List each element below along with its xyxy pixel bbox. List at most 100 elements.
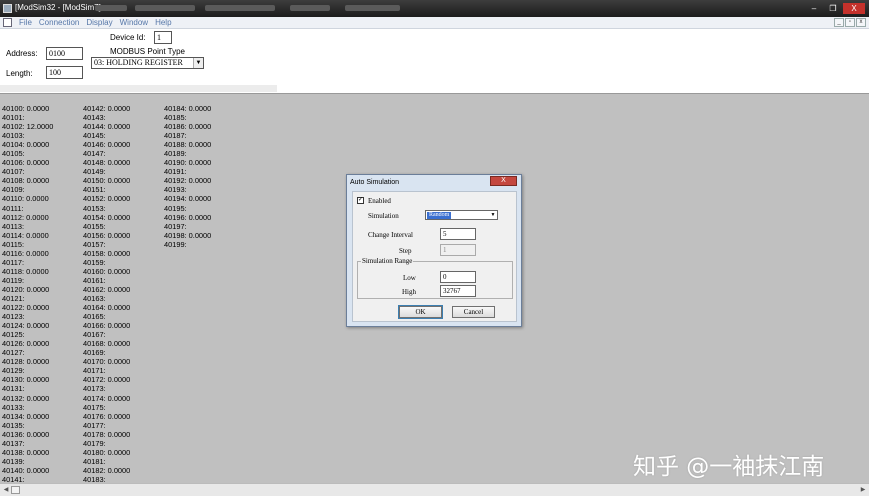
register-row[interactable]: 40134: 0.0000 xyxy=(2,412,53,421)
register-row[interactable]: 40111: xyxy=(2,204,53,213)
restore-button[interactable]: ❐ xyxy=(824,3,842,14)
register-row[interactable]: 40120: 0.0000 xyxy=(2,285,53,294)
change-interval-field[interactable]: 5 xyxy=(440,228,476,240)
register-row[interactable]: 40173: xyxy=(83,384,130,393)
register-row[interactable]: 40140: 0.0000 xyxy=(2,466,53,475)
register-row[interactable]: 40104: 0.0000 xyxy=(2,140,53,149)
register-row[interactable]: 40186: 0.0000 xyxy=(164,122,211,131)
device-id-field[interactable]: 1 xyxy=(154,31,172,44)
scroll-right-icon[interactable]: ▶ xyxy=(858,485,868,495)
child-close-button[interactable]: x xyxy=(856,18,866,27)
register-row[interactable]: 40163: xyxy=(83,294,130,303)
register-row[interactable]: 40167: xyxy=(83,330,130,339)
register-row[interactable]: 40131: xyxy=(2,384,53,393)
scroll-left-icon[interactable]: ◀ xyxy=(1,485,11,495)
register-row[interactable]: 40122: 0.0000 xyxy=(2,303,53,312)
simulation-select[interactable]: Random ▼ xyxy=(425,210,498,220)
register-row[interactable]: 40139: xyxy=(2,457,53,466)
register-row[interactable]: 40148: 0.0000 xyxy=(83,158,130,167)
register-row[interactable]: 40153: xyxy=(83,204,130,213)
register-row[interactable]: 40106: 0.0000 xyxy=(2,158,53,167)
menu-connection[interactable]: Connection xyxy=(39,18,79,27)
register-row[interactable]: 40166: 0.0000 xyxy=(83,321,130,330)
close-button[interactable]: X xyxy=(843,3,865,14)
register-row[interactable]: 40192: 0.0000 xyxy=(164,176,211,185)
register-row[interactable]: 40146: 0.0000 xyxy=(83,140,130,149)
register-row[interactable]: 40151: xyxy=(83,185,130,194)
register-row[interactable]: 40147: xyxy=(83,149,130,158)
register-row[interactable]: 40115: xyxy=(2,240,53,249)
register-row[interactable]: 40124: 0.0000 xyxy=(2,321,53,330)
register-row[interactable]: 40129: xyxy=(2,366,53,375)
register-row[interactable]: 40182: 0.0000 xyxy=(83,466,130,475)
register-row[interactable]: 40117: xyxy=(2,258,53,267)
register-row[interactable]: 40136: 0.0000 xyxy=(2,430,53,439)
register-row[interactable]: 40185: xyxy=(164,113,211,122)
register-row[interactable]: 40132: 0.0000 xyxy=(2,394,53,403)
register-row[interactable]: 40127: xyxy=(2,348,53,357)
high-field[interactable]: 32767 xyxy=(440,285,476,297)
register-row[interactable]: 40164: 0.0000 xyxy=(83,303,130,312)
register-row[interactable]: 40143: xyxy=(83,113,130,122)
register-row[interactable]: 40133: xyxy=(2,403,53,412)
register-row[interactable]: 40174: 0.0000 xyxy=(83,394,130,403)
register-row[interactable]: 40125: xyxy=(2,330,53,339)
register-row[interactable]: 40144: 0.0000 xyxy=(83,122,130,131)
register-row[interactable]: 40108: 0.0000 xyxy=(2,176,53,185)
cancel-button[interactable]: Cancel xyxy=(452,306,495,318)
dialog-close-button[interactable]: X xyxy=(490,176,517,186)
register-row[interactable]: 40101: xyxy=(2,113,53,122)
register-row[interactable]: 40114: 0.0000 xyxy=(2,231,53,240)
register-row[interactable]: 40155: xyxy=(83,222,130,231)
child-restore-button[interactable]: ▫ xyxy=(845,18,855,27)
point-type-select[interactable]: 03: HOLDING REGISTER ▼ xyxy=(91,57,204,69)
register-row[interactable]: 40156: 0.0000 xyxy=(83,231,130,240)
register-row[interactable]: 40160: 0.0000 xyxy=(83,267,130,276)
register-row[interactable]: 40180: 0.0000 xyxy=(83,448,130,457)
register-row[interactable]: 40128: 0.0000 xyxy=(2,357,53,366)
register-row[interactable]: 40168: 0.0000 xyxy=(83,339,130,348)
register-row[interactable]: 40178: 0.0000 xyxy=(83,430,130,439)
register-row[interactable]: 40154: 0.0000 xyxy=(83,213,130,222)
register-row[interactable]: 40157: xyxy=(83,240,130,249)
register-row[interactable]: 40158: 0.0000 xyxy=(83,249,130,258)
register-row[interactable]: 40110: 0.0000 xyxy=(2,194,53,203)
register-row[interactable]: 40197: xyxy=(164,222,211,231)
address-field[interactable]: 0100 xyxy=(46,47,83,60)
enabled-checkbox[interactable]: ✓ xyxy=(357,197,364,204)
register-row[interactable]: 40123: xyxy=(2,312,53,321)
register-row[interactable]: 40199: xyxy=(164,240,211,249)
register-row[interactable]: 40113: xyxy=(2,222,53,231)
register-row[interactable]: 40193: xyxy=(164,185,211,194)
chevron-down-icon[interactable]: ▼ xyxy=(193,58,203,68)
register-row[interactable]: 40198: 0.0000 xyxy=(164,231,211,240)
register-row[interactable]: 40161: xyxy=(83,276,130,285)
register-row[interactable]: 40176: 0.0000 xyxy=(83,412,130,421)
menu-file[interactable]: File xyxy=(19,18,32,27)
register-row[interactable]: 40172: 0.0000 xyxy=(83,375,130,384)
register-row[interactable]: 40116: 0.0000 xyxy=(2,249,53,258)
register-row[interactable]: 40150: 0.0000 xyxy=(83,176,130,185)
register-row[interactable]: 40138: 0.0000 xyxy=(2,448,53,457)
register-row[interactable]: 40177: xyxy=(83,421,130,430)
register-row[interactable]: 40135: xyxy=(2,421,53,430)
register-row[interactable]: 40179: xyxy=(83,439,130,448)
register-row[interactable]: 40149: xyxy=(83,167,130,176)
menu-display[interactable]: Display xyxy=(86,18,112,27)
register-row[interactable]: 40188: 0.0000 xyxy=(164,140,211,149)
horizontal-scrollbar[interactable]: ◀ ▶ xyxy=(0,483,869,496)
register-row[interactable]: 40190: 0.0000 xyxy=(164,158,211,167)
register-row[interactable]: 40189: xyxy=(164,149,211,158)
register-row[interactable]: 40171: xyxy=(83,366,130,375)
low-field[interactable]: 0 xyxy=(440,271,476,283)
register-row[interactable]: 40162: 0.0000 xyxy=(83,285,130,294)
register-row[interactable]: 40145: xyxy=(83,131,130,140)
register-row[interactable]: 40195: xyxy=(164,204,211,213)
register-row[interactable]: 40170: 0.0000 xyxy=(83,357,130,366)
register-row[interactable]: 40118: 0.0000 xyxy=(2,267,53,276)
register-row[interactable]: 40159: xyxy=(83,258,130,267)
register-row[interactable]: 40194: 0.0000 xyxy=(164,194,211,203)
document-icon[interactable] xyxy=(3,18,12,27)
menu-window[interactable]: Window xyxy=(120,18,148,27)
menu-help[interactable]: Help xyxy=(155,18,171,27)
